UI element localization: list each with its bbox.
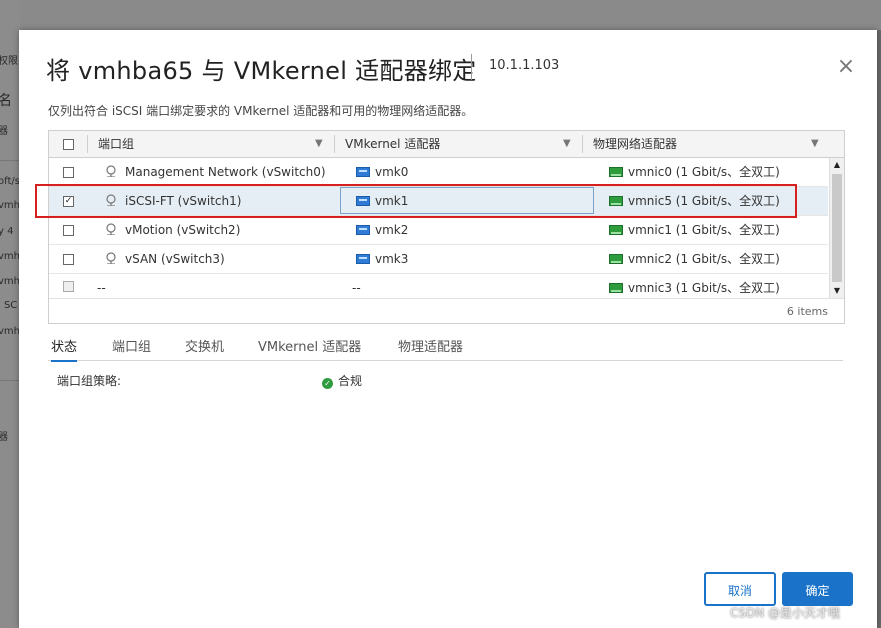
background-text: y 4 xyxy=(0,226,14,237)
background-text: vmhba xyxy=(0,276,20,287)
background-text: 器 xyxy=(0,126,8,137)
column-header-portgroup[interactable]: 端口组 xyxy=(98,131,134,157)
grid-footer-divider xyxy=(49,298,844,299)
vmkernel-adapter-name: vmk3 xyxy=(375,252,409,266)
vmkernel-adapter-icon xyxy=(356,167,370,177)
background-text: oft/s xyxy=(0,176,20,187)
filter-icon[interactable]: ▼ xyxy=(315,131,323,157)
row-checkbox[interactable] xyxy=(63,225,74,236)
tab-portgroup[interactable]: 端口组 xyxy=(112,336,151,360)
background-text: 名 xyxy=(0,93,12,109)
physical-nic-name: vmnic0 (1 Gbit/s、全双工) xyxy=(628,165,780,179)
portgroup-icon xyxy=(106,223,116,235)
scrollbar-thumb[interactable] xyxy=(832,174,842,282)
background-text: vmhba xyxy=(0,200,20,211)
table-row[interactable]: vMotion (vSwitch2) vmk2 vmnic1 (1 Gbit/s… xyxy=(49,216,828,245)
row-checkbox-disabled xyxy=(63,281,74,292)
portgroup-policy-label: 端口组策略: xyxy=(57,374,122,388)
background-panel: 权限 名 器 oft/s vmhba y 4 vmhba vmhba i SC … xyxy=(0,0,20,628)
vmkernel-adapter-icon xyxy=(356,225,370,235)
portgroup-icon xyxy=(106,252,116,264)
select-all-checkbox[interactable] xyxy=(63,139,74,150)
background-toolbar xyxy=(0,0,881,30)
portgroup-name: vSAN (vSwitch3) xyxy=(125,252,225,266)
dialog-title: 将 vmhba65 与 VMkernel 适配器绑定 xyxy=(46,57,477,85)
scroll-up-icon[interactable]: ▲ xyxy=(832,160,842,170)
item-count: 6 items xyxy=(786,305,828,318)
background-text: i SC xyxy=(0,300,18,311)
ok-button[interactable]: 确定 xyxy=(782,572,853,606)
bind-vmkernel-dialog: 将 vmhba65 与 VMkernel 适配器绑定 10.1.1.103 × … xyxy=(19,30,877,628)
grid-scrollbar[interactable]: ▲ ▼ xyxy=(829,158,844,298)
column-header-physical-nic[interactable]: 物理网络适配器 xyxy=(593,131,677,157)
compliance-status: 合规 xyxy=(338,374,363,388)
adapter-grid: 端口组 ▼ VMkernel 适配器 ▼ 物理网络适配器 ▼ Managemen… xyxy=(35,130,845,324)
vmkernel-adapter-name: vmk2 xyxy=(375,223,409,237)
background-text: 器 xyxy=(0,432,8,443)
host-ip: 10.1.1.103 xyxy=(489,58,560,73)
tab-physical-adapter[interactable]: 物理适配器 xyxy=(398,336,463,360)
cancel-button[interactable]: 取消 xyxy=(704,572,776,606)
dialog-description: 仅列出符合 iSCSI 端口绑定要求的 VMkernel 适配器和可用的物理网络… xyxy=(48,104,474,118)
filter-icon[interactable]: ▼ xyxy=(811,131,819,157)
table-row[interactable]: Management Network (vSwitch0) vmk0 vmnic… xyxy=(49,158,828,187)
physical-nic-name: vmnic2 (1 Gbit/s、全双工) xyxy=(628,252,780,266)
portgroup-icon xyxy=(106,165,116,177)
highlight-annotation-box xyxy=(35,184,797,218)
vmkernel-adapter-icon xyxy=(356,254,370,264)
column-header-vmkernel[interactable]: VMkernel 适配器 xyxy=(345,131,440,157)
detail-tabs: 状态 端口组 交换机 VMkernel 适配器 物理适配器 xyxy=(48,330,843,362)
physical-nic-icon xyxy=(609,254,623,264)
background-text: vmhba xyxy=(0,251,20,262)
row-checkbox[interactable] xyxy=(63,167,74,178)
scroll-down-icon[interactable]: ▼ xyxy=(832,286,842,296)
physical-nic-name: vmnic1 (1 Gbit/s、全双工) xyxy=(628,223,780,237)
row-checkbox[interactable] xyxy=(63,254,74,265)
physical-nic-icon xyxy=(609,167,623,177)
vmkernel-adapter-name: vmk0 xyxy=(375,165,409,179)
background-text: vmhba xyxy=(0,326,20,337)
watermark: CSDN @是小天才哦 xyxy=(730,606,841,620)
table-row[interactable]: vSAN (vSwitch3) vmk3 vmnic2 (1 Gbit/s、全双… xyxy=(49,245,828,274)
portgroup-name: Management Network (vSwitch0) xyxy=(125,165,326,179)
check-circle-icon: ✓ xyxy=(322,378,333,389)
portgroup-policy-value: ✓ 合规 xyxy=(322,372,362,389)
physical-nic-icon xyxy=(609,283,623,293)
filter-icon[interactable]: ▼ xyxy=(563,131,571,157)
grid-header: 端口组 ▼ VMkernel 适配器 ▼ 物理网络适配器 ▼ xyxy=(49,131,844,158)
tab-status[interactable]: 状态 xyxy=(51,336,78,362)
title-separator xyxy=(471,54,472,80)
tab-switch[interactable]: 交换机 xyxy=(185,336,224,360)
portgroup-name: vMotion (vSwitch2) xyxy=(125,223,241,237)
physical-nic-icon xyxy=(609,225,623,235)
tab-vmkernel-adapter[interactable]: VMkernel 适配器 xyxy=(258,336,361,360)
background-text: 权限 xyxy=(0,56,18,67)
close-icon[interactable]: × xyxy=(835,56,857,78)
